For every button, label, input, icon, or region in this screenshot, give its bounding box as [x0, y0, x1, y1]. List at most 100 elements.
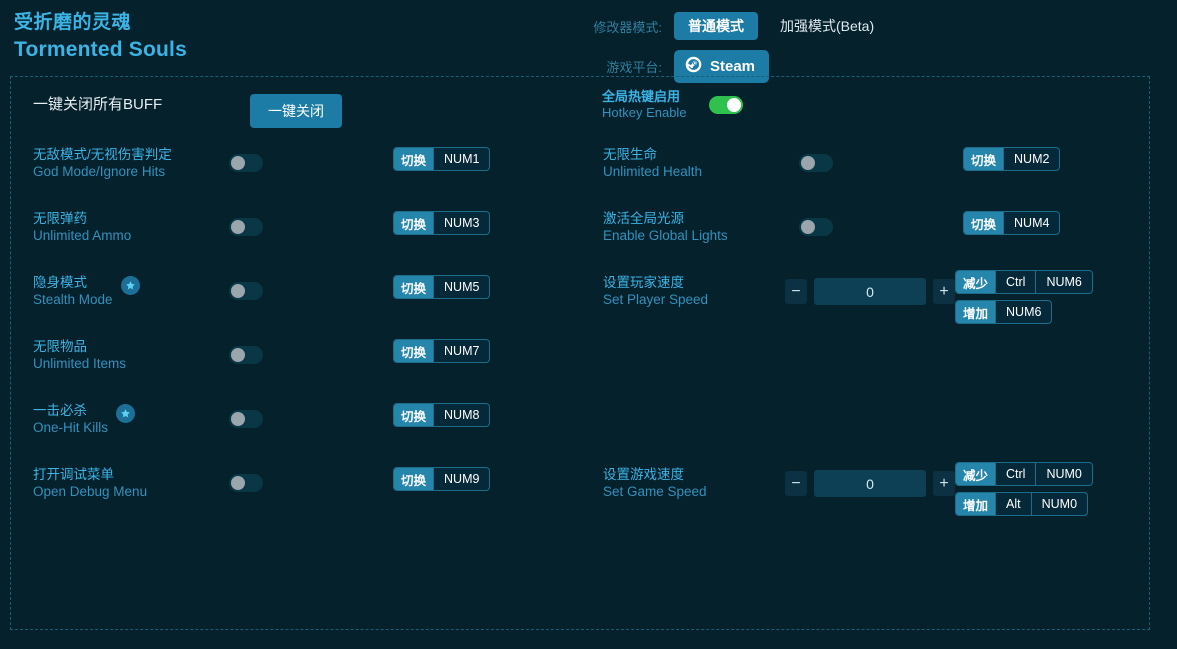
cheat-labels: 无限生命 Unlimited Health	[603, 146, 702, 180]
cheat-labels: 设置游戏速度 Set Game Speed	[603, 466, 707, 500]
toggle-knob	[231, 284, 245, 298]
stepper-decrement-button[interactable]: −	[785, 279, 807, 304]
hotkey-key: NUM5	[433, 276, 489, 298]
cheats-column-right: 无限生命 Unlimited Health 切换 NUM2 激活全局光源 Enable G…	[581, 135, 1151, 519]
hotkey-badge[interactable]: 切换 NUM2	[963, 147, 1061, 171]
cheat-hotkeys: 切换 NUM4	[963, 211, 1061, 241]
hotkey-key: NUM8	[433, 404, 489, 426]
cheat-name-cn: 无敌模式/无视伤害判定	[33, 147, 172, 162]
cheat-name-en: Unlimited Ammo	[33, 228, 132, 243]
cheat-label-text: 设置游戏速度 Set Game Speed	[603, 466, 707, 500]
cheat-toggle-wrap	[799, 154, 833, 172]
cheat-stepper: −0 +	[785, 278, 955, 305]
platform-label: 游戏平台:	[606, 59, 662, 75]
stepper-increment-button[interactable]: +	[933, 279, 955, 304]
all-off-button[interactable]: 一键关闭	[250, 94, 342, 128]
cheat-labels: 设置玩家速度 Set Player Speed	[603, 274, 708, 308]
hotkey-badge[interactable]: 切换 NUM4	[963, 211, 1061, 235]
cheat-toggle[interactable]	[229, 154, 263, 172]
hotkey-badge[interactable]: 切换 NUM8	[393, 403, 491, 427]
hotkey-action-label: 增加	[956, 493, 996, 515]
game-title-cn: 受折磨的灵魂	[14, 12, 132, 33]
hotkey-badge[interactable]: 切换 NUM9	[393, 467, 491, 491]
cheat-toggle-wrap	[229, 474, 263, 492]
steam-icon	[685, 56, 702, 77]
cheat-row: 一击必杀 One-Hit Kills 切换 NUM8	[11, 391, 581, 455]
cheat-label-text: 无敌模式/无视伤害判定 God Mode/Ignore Hits	[33, 146, 172, 180]
cheat-hotkeys: 切换 NUM5	[393, 275, 491, 305]
hotkey-badge[interactable]: 切换 NUM7	[393, 339, 491, 363]
cheat-toggle[interactable]	[799, 218, 833, 236]
cheat-name-en: God Mode/Ignore Hits	[33, 164, 166, 179]
star-icon	[120, 276, 140, 295]
cheat-name-cn: 设置玩家速度	[603, 275, 684, 290]
cheat-name-en: One-Hit Kills	[33, 420, 109, 435]
mode-normal-button[interactable]: 普通模式	[674, 12, 758, 40]
hotkey-action-label: 切换	[394, 212, 434, 234]
hotkey-action-label: 切换	[964, 148, 1004, 170]
cheat-label-text: 无限弹药 Unlimited Ammo	[33, 210, 131, 244]
hotkey-badge[interactable]: 切换 NUM5	[393, 275, 491, 299]
hotkey-enable-toggle[interactable]	[708, 96, 743, 114]
hotkey-badge[interactable]: 增加 Alt NUM0	[955, 492, 1089, 516]
cheat-toggle[interactable]	[229, 282, 263, 300]
cheat-name-en: Unlimited Health	[603, 164, 703, 179]
hotkey-badge[interactable]: 减少 Ctrl NUM6	[955, 270, 1093, 294]
cheat-name-cn: 打开调试菜单	[33, 467, 114, 482]
hotkey-action-label: 减少	[956, 463, 996, 485]
cheat-row: 隐身模式 Stealth Mode 切换 NUM5	[11, 263, 581, 327]
cheat-toggle[interactable]	[229, 410, 263, 428]
toggle-knob	[726, 98, 741, 112]
cheats-column-left: 无敌模式/无视伤害判定 God Mode/Ignore Hits 切换 NUM1 无限弹…	[11, 135, 581, 519]
cheat-hotkeys: 切换 NUM1	[393, 147, 491, 177]
toggle-knob	[231, 348, 245, 362]
hotkey-badge[interactable]: 切换 NUM1	[393, 147, 491, 171]
hotkey-enable-block: 全局热键启用 Hotkey Enable	[602, 89, 743, 121]
all-off-label: 一键关闭所有BUFF	[33, 96, 163, 113]
toggle-knob	[231, 220, 245, 234]
trainer-mode-label: 修改器模式:	[593, 19, 662, 35]
cheat-name-cn: 无限生命	[603, 147, 657, 162]
cheat-name-en: Set Game Speed	[603, 484, 707, 499]
hotkey-key: Ctrl	[995, 463, 1035, 485]
cheat-toggle[interactable]	[229, 474, 263, 492]
cheat-hotkeys: 减少 Ctrl NUM6 增加 NUM6	[955, 270, 1093, 330]
trainer-mode-row: 修改器模式: 普通模式 加强模式(Beta)	[580, 10, 888, 42]
mode-enhanced-button[interactable]: 加强模式(Beta)	[766, 12, 888, 40]
stepper-value[interactable]: 0	[814, 470, 926, 497]
hotkey-key: Alt	[995, 493, 1031, 515]
cheat-toggle[interactable]	[229, 218, 263, 236]
hotkey-key: NUM7	[433, 340, 489, 362]
cheat-stepper: −0 +	[785, 470, 955, 497]
cheat-name-en: Unlimited Items	[33, 356, 127, 371]
cheat-name-cn: 设置游戏速度	[603, 467, 684, 482]
hotkey-action-label: 增加	[956, 301, 996, 323]
cheat-row: 无敌模式/无视伤害判定 God Mode/Ignore Hits 切换 NUM1	[11, 135, 581, 199]
panel-toolbar: 一键关闭所有BUFF 一键关闭 全局热键启用 Hotkey Enable	[11, 77, 1149, 135]
cheat-labels: 无敌模式/无视伤害判定 God Mode/Ignore Hits	[33, 146, 172, 180]
cheat-name-cn: 隐身模式	[33, 275, 87, 290]
hotkey-badge[interactable]: 切换 NUM3	[393, 211, 491, 235]
toggle-knob	[801, 156, 815, 170]
toggle-knob	[801, 220, 815, 234]
cheat-name-en: Enable Global Lights	[603, 228, 728, 243]
cheat-name-cn: 激活全局光源	[603, 211, 684, 226]
hotkey-key: NUM1	[433, 148, 489, 170]
cheat-toggle[interactable]	[799, 154, 833, 172]
stepper-value[interactable]: 0	[814, 278, 926, 305]
cheat-name-en: Open Debug Menu	[33, 484, 148, 499]
hotkey-key: NUM4	[1003, 212, 1059, 234]
cheat-toggle[interactable]	[229, 346, 263, 364]
toggle-knob	[231, 476, 245, 490]
cheat-row: 打开调试菜单 Open Debug Menu 切换 NUM9	[11, 455, 581, 519]
cheat-name-en: Set Player Speed	[603, 292, 709, 307]
hotkey-badge[interactable]: 增加 NUM6	[955, 300, 1053, 324]
hotkey-enable-labels: 全局热键启用 Hotkey Enable	[602, 89, 687, 121]
hotkey-key: NUM3	[433, 212, 489, 234]
cheat-hotkeys: 切换 NUM2	[963, 147, 1061, 177]
stepper-increment-button[interactable]: +	[933, 471, 955, 496]
hotkey-badge[interactable]: 减少 Ctrl NUM0	[955, 462, 1093, 486]
stepper-decrement-button[interactable]: −	[785, 471, 807, 496]
hotkey-action-label: 切换	[394, 148, 434, 170]
cheat-row: 设置玩家速度 Set Player Speed −0 + 减少 Ctrl NUM6 增加 NUM…	[581, 263, 1151, 327]
